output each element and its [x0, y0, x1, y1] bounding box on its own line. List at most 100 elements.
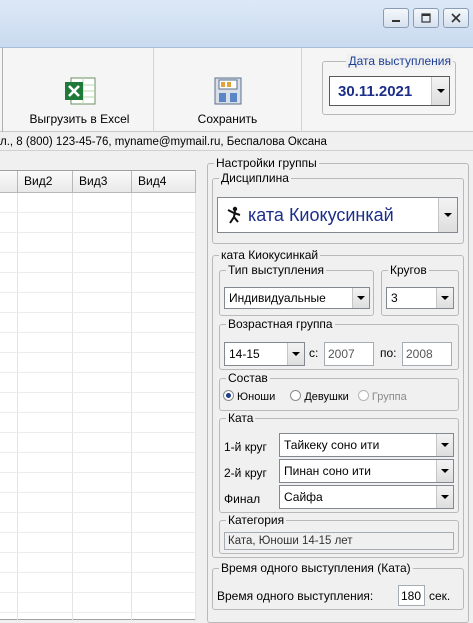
age-group-arrow[interactable] — [287, 343, 304, 365]
rounds-group: Кругов 3 — [381, 263, 459, 316]
kata-label: Ката — [226, 411, 256, 425]
performance-type-select[interactable]: Индивидуальные — [224, 287, 370, 309]
date-value: 30.11.2021 — [338, 82, 413, 100]
table-row[interactable] — [0, 253, 196, 273]
year-from-label: с: — [309, 346, 319, 360]
table-row[interactable] — [0, 573, 196, 593]
group-settings-panel: Настройки группы Дисциплина ката Киокуси… — [207, 156, 469, 623]
table-row[interactable] — [0, 333, 196, 353]
round2-value: Пинан соно ити — [284, 464, 371, 478]
export-excel-button[interactable]: Выгрузить в Excel — [6, 48, 154, 132]
grid-header-vid3[interactable]: Вид3 — [73, 171, 132, 193]
table-row[interactable] — [0, 433, 196, 453]
category-label: Категория — [226, 513, 287, 527]
final-label: Финал — [224, 492, 261, 506]
round1-value: Тайкеку соно ити — [284, 438, 380, 452]
time-unit: сек. — [429, 589, 451, 603]
table-row[interactable] — [0, 493, 196, 513]
final-select[interactable]: Сайфа — [279, 485, 454, 509]
toolbar-edge — [0, 48, 3, 132]
table-row[interactable] — [0, 553, 196, 573]
year-to-field[interactable]: 2008 — [402, 342, 452, 366]
discipline-dropdown-arrow[interactable] — [438, 198, 457, 232]
title-bar — [0, 0, 473, 48]
round2-label: 2-й круг — [224, 466, 267, 480]
kata-settings-label: ката Киокусинкай — [219, 248, 321, 262]
grid-header-vid2[interactable]: Вид2 — [18, 171, 73, 193]
date-picker[interactable]: 30.11.2021 — [329, 76, 450, 106]
time-group: Время одного выступления (Ката) Время од… — [212, 561, 464, 610]
rounds-label: Кругов — [388, 263, 429, 277]
table-row[interactable] — [0, 513, 196, 533]
round1-select[interactable]: Тайкеку соно ити — [279, 433, 454, 457]
performance-type-group: Тип выступления Индивидуальные — [219, 263, 374, 316]
date-group-label: Дата выступления — [346, 54, 453, 68]
discipline-select[interactable]: ката Киокусинкай — [217, 197, 458, 233]
radio-boys[interactable]: Юноши — [223, 390, 276, 403]
table-row[interactable] — [0, 373, 196, 393]
export-excel-label: Выгрузить в Excel — [29, 112, 130, 126]
radio-boys-label: Юноши — [237, 391, 276, 403]
table-row[interactable] — [0, 413, 196, 433]
maximize-button[interactable] — [413, 8, 439, 28]
age-group-value: 14-15 — [229, 347, 260, 361]
chevron-down-icon — [441, 296, 449, 300]
close-button[interactable] — [443, 8, 469, 28]
kata-rounds-group: Ката 1-й круг Тайкеку соно ити 2-й круг … — [219, 411, 459, 513]
table-row[interactable] — [0, 273, 196, 293]
date-dropdown-arrow[interactable] — [431, 77, 449, 105]
table-row[interactable] — [0, 313, 196, 333]
age-group-select[interactable]: 14-15 — [224, 342, 305, 366]
final-arrow[interactable] — [436, 486, 453, 508]
maximize-icon — [421, 13, 431, 23]
date-group: Дата выступления 30.11.2021 — [322, 54, 456, 115]
time-value: 180 — [401, 588, 422, 603]
table-row[interactable] — [0, 533, 196, 553]
time-field[interactable]: 180 — [398, 585, 425, 606]
table-row[interactable] — [0, 453, 196, 473]
table-row[interactable] — [0, 393, 196, 413]
grid-header-vid4[interactable]: Вид4 — [132, 171, 196, 193]
category-field: Ката, Юноши 14-15 лет — [224, 532, 454, 550]
composition-options: Юноши Девушки Группа — [223, 390, 407, 403]
rounds-select[interactable]: 3 — [386, 287, 454, 309]
results-grid[interactable]: Вид2 Вид3 Вид4 — [0, 170, 196, 621]
category-group: Категория Ката, Юноши 14-15 лет — [219, 513, 459, 554]
chevron-down-icon — [357, 296, 365, 300]
time-field-label: Время одного выступления: — [217, 589, 374, 603]
chevron-down-icon — [441, 495, 449, 499]
save-button[interactable]: Сохранить — [154, 48, 302, 132]
table-row[interactable] — [0, 593, 196, 613]
table-row[interactable] — [0, 213, 196, 233]
performance-type-value: Индивидуальные — [229, 291, 326, 305]
radio-icon — [357, 390, 369, 401]
table-row[interactable] — [0, 473, 196, 493]
table-row[interactable] — [0, 293, 196, 313]
rounds-value: 3 — [391, 291, 398, 305]
minimize-button[interactable] — [383, 8, 409, 28]
radio-group-label: Группа — [371, 391, 407, 403]
contact-info-line: л., 8 (800) 123-45-76, myname@mymail.ru,… — [0, 133, 473, 151]
toolbar: Выгрузить в Excel Сохранить Дата выступл… — [0, 48, 473, 132]
radio-group[interactable]: Группа — [357, 390, 407, 403]
radio-girls[interactable]: Девушки — [290, 390, 349, 403]
performance-type-arrow[interactable] — [352, 288, 369, 308]
age-group: Возрастная группа 14-15 с: 2007 по: 2008 — [219, 317, 459, 370]
category-value: Ката, Юноши 14-15 лет — [228, 535, 353, 547]
chevron-down-icon — [292, 352, 300, 356]
rounds-arrow[interactable] — [436, 288, 453, 308]
chevron-down-icon — [436, 89, 445, 93]
round1-arrow[interactable] — [436, 434, 453, 456]
round2-select[interactable]: Пинан соно ити — [279, 459, 454, 483]
composition-label: Состав — [226, 371, 270, 385]
chevron-down-icon — [441, 469, 449, 473]
chevron-down-icon — [444, 213, 452, 217]
year-from-field[interactable]: 2007 — [324, 342, 374, 366]
group-settings-title: Настройки группы — [214, 156, 319, 170]
table-row[interactable] — [0, 233, 196, 253]
performance-type-label: Тип выступления — [226, 263, 326, 277]
time-group-label: Время одного выступления (Ката) — [219, 561, 413, 575]
table-row[interactable] — [0, 353, 196, 373]
table-row[interactable] — [0, 193, 196, 213]
round2-arrow[interactable] — [436, 460, 453, 482]
